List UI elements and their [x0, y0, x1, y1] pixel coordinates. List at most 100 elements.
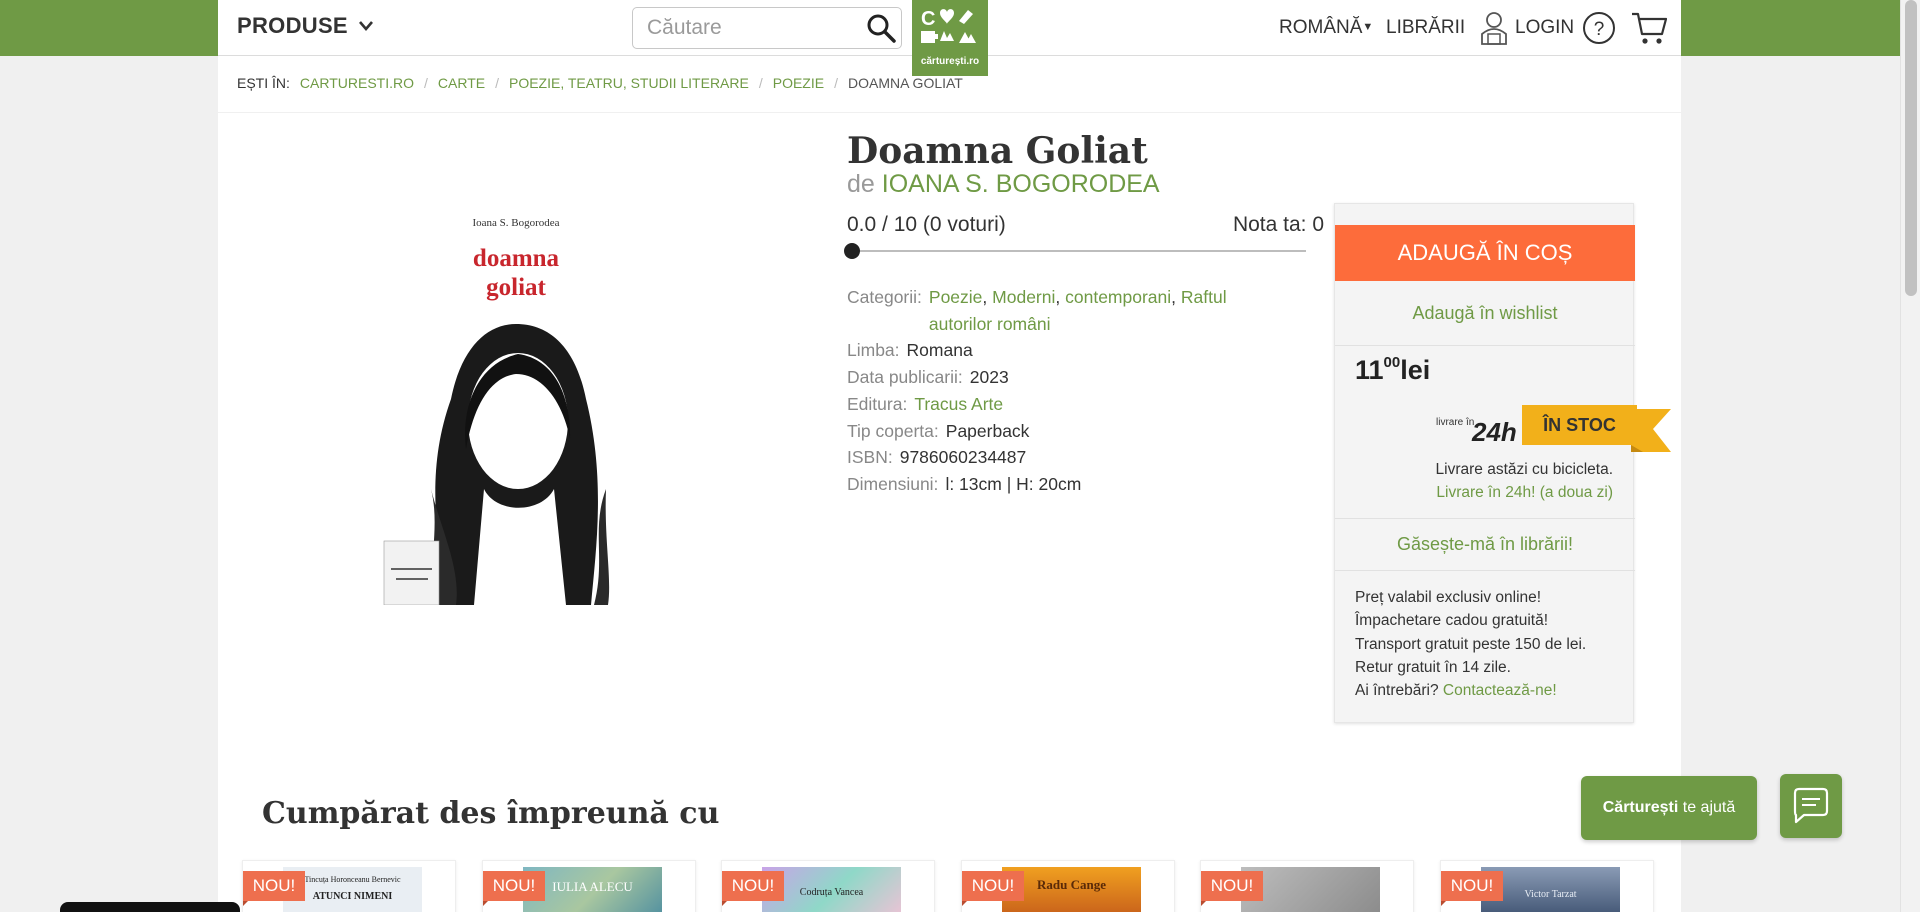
search-box	[632, 7, 902, 49]
book-cover-art: Ioana S. Bogorodea doamna goliat	[366, 149, 666, 606]
vertical-scrollbar[interactable]	[1900, 0, 1920, 912]
perks-list: Preț valabil exclusiv online! Împachetar…	[1355, 586, 1586, 702]
cover-type-label: Tip coperta:	[847, 420, 939, 441]
breadcrumb-link-poezie-teatru[interactable]: POEZIE, TEATRU, STUDII LITERARE	[509, 75, 749, 91]
dimensions-label: Dimensiuni:	[847, 473, 939, 494]
help-text: te ajută	[1682, 799, 1736, 816]
login-button[interactable]: LOGIN	[1479, 10, 1574, 46]
page-container: PRODUSE C cărturești.ro ROMÂNĂ▼ LIBRĂRII	[218, 0, 1681, 912]
categories-label: Categorii:	[847, 287, 922, 307]
products-menu-button[interactable]: PRODUSE	[237, 13, 374, 39]
date-value: 2023	[969, 367, 1009, 388]
contact-link[interactable]: Contactează-ne!	[1443, 682, 1557, 699]
perk-item: Preț valabil exclusiv online!	[1355, 589, 1542, 606]
date-label: Data publicarii:	[847, 367, 963, 388]
breadcrumb-prefix: EȘTI ÎN:	[237, 75, 290, 91]
detail-row-date: Data publicarii: 2023	[847, 364, 1247, 391]
price: 1100lei	[1355, 354, 1430, 386]
publisher-label: Editura:	[847, 393, 908, 414]
cover-type-value: Paperback	[945, 420, 1030, 441]
help-chat-pill[interactable]: Cărturești te ajută	[1581, 776, 1757, 840]
site-header: PRODUSE C cărturești.ro ROMÂNĂ▼ LIBRĂRII	[218, 0, 1681, 76]
livrare-small-text: livrare în	[1436, 417, 1474, 428]
bought-together-title: Cumpărat des împreună cu	[262, 796, 720, 831]
breadcrumb-separator: /	[758, 75, 763, 91]
chat-button[interactable]	[1780, 774, 1842, 838]
logo-icon: C	[921, 8, 976, 43]
delivery-24h-badge: livrare în 24h	[1436, 417, 1517, 445]
login-label: LOGIN	[1515, 17, 1575, 38]
help-icon[interactable]: ?	[1582, 11, 1616, 45]
site-logo[interactable]: C cărturești.ro	[912, 0, 988, 76]
isbn-label: ISBN:	[847, 447, 893, 468]
new-badge: NOU!	[1441, 871, 1503, 906]
language-label: Limba:	[847, 340, 900, 361]
svg-text:C: C	[921, 8, 935, 30]
categories-values: Poezie, Moderni, contemporani, Raftul au…	[928, 287, 1227, 334]
price-integer: 11	[1355, 355, 1384, 385]
divider	[1335, 570, 1635, 571]
detail-row-categories: Categorii: Poezie, Moderni, contemporani…	[847, 284, 1247, 337]
detail-row-publisher: Editura: Tracus Arte	[847, 391, 1247, 418]
buy-box: ADAUGĂ ÎN COȘ Adaugă în wishlist 1100lei…	[1334, 203, 1671, 723]
new-badge: NOU!	[483, 871, 545, 906]
questions-label: Ai întrebări?	[1355, 682, 1439, 700]
rating-slider[interactable]	[844, 243, 1306, 259]
divider	[218, 112, 1681, 113]
detail-row-isbn: ISBN: 9786060234487	[847, 444, 1247, 471]
perk-item: Retur gratuit în 14 zile.	[1355, 658, 1511, 676]
language-selector[interactable]: ROMÂNĂ▼	[1279, 17, 1373, 39]
category-link-contemporani[interactable]: contemporani	[1065, 287, 1171, 307]
chevron-down-icon	[358, 21, 373, 31]
find-in-stores-link[interactable]: Găsește-mă în librării!	[1335, 519, 1635, 569]
breadcrumb-current: DOAMNA GOLIAT	[847, 75, 963, 91]
products-menu-label: PRODUSE	[237, 13, 348, 38]
livrare-big-text: 24h	[1471, 417, 1517, 445]
search-icon[interactable]	[866, 13, 896, 43]
breadcrumb-link-home[interactable]: CARTURESTI.RO	[300, 75, 414, 91]
add-to-cart-button[interactable]: ADAUGĂ ÎN COȘ	[1335, 225, 1635, 281]
search-input[interactable]	[647, 16, 857, 40]
delivery-today-text: Livrare astăzi cu bicicleta.	[1435, 461, 1613, 478]
rating-summary: 0.0 / 10 (0 voturi)	[847, 213, 1006, 236]
stores-link[interactable]: LIBRĂRII	[1386, 17, 1465, 39]
publisher-link[interactable]: Tracus Arte	[914, 391, 1003, 418]
breadcrumb-separator: /	[834, 75, 838, 91]
product-card[interactable]: Codruța Vancea NOU!	[721, 860, 935, 912]
breadcrumb-separator: /	[424, 75, 428, 91]
cover-title-line1: doamna	[473, 245, 560, 272]
new-badge: NOU!	[243, 871, 305, 906]
in-stock-badge: ÎN STOC	[1522, 405, 1637, 445]
add-to-wishlist-link[interactable]: Adaugă în wishlist	[1335, 281, 1635, 346]
breadcrumb: EȘTI ÎN: CARTURESTI.RO / CARTE / POEZIE,…	[237, 75, 963, 91]
breadcrumb-separator: /	[495, 75, 499, 91]
book-cover-image[interactable]: Ioana S. Bogorodea doamna goliat	[366, 149, 666, 606]
book-author-line: de IOANA S. BOGORODEA	[847, 170, 1160, 199]
chat-bubble-icon	[1793, 787, 1829, 824]
product-card[interactable]: IULIA ALECU NOU!	[482, 860, 696, 912]
breadcrumb-link-carte[interactable]: CARTE	[438, 75, 485, 91]
perk-questions: Ai întrebări? Contactează-ne!	[1355, 679, 1586, 702]
scrollbar-thumb[interactable]	[1905, 0, 1917, 296]
author-link[interactable]: IOANA S. BOGORODEA	[882, 170, 1160, 198]
caret-down-icon: ▼	[1362, 21, 1374, 33]
product-card[interactable]: Radu Cange NOU!	[961, 860, 1175, 912]
language-value: Romana	[906, 340, 973, 361]
category-link-poezie[interactable]: Poezie	[929, 287, 983, 307]
product-card[interactable]: Victor Tarzat NOU!	[1440, 860, 1654, 912]
price-currency: lei	[1400, 355, 1431, 385]
breadcrumb-link-poezie[interactable]: POEZIE	[773, 75, 824, 91]
product-card[interactable]: NOU!	[1200, 860, 1414, 912]
help-brand: Cărturești	[1602, 799, 1679, 816]
category-link-moderni[interactable]: Moderni	[992, 287, 1055, 307]
detail-row-language: Limba: Romana	[847, 337, 1247, 364]
language-label: ROMÂNĂ	[1279, 17, 1363, 38]
cart-icon[interactable]	[1631, 10, 1667, 46]
rating-slider-handle[interactable]	[844, 243, 860, 259]
book-details: Categorii: Poezie, Moderni, contemporani…	[847, 284, 1247, 498]
product-card[interactable]: Tincuța Horonceanu Bernevic ATUNCI NIMEN…	[242, 860, 456, 912]
delivery-24h-link[interactable]: Livrare în 24h! (a doua zi)	[1436, 484, 1613, 502]
user-icon	[1481, 12, 1507, 45]
author-by: de	[847, 170, 875, 198]
cover-title-line2: goliat	[486, 274, 546, 301]
